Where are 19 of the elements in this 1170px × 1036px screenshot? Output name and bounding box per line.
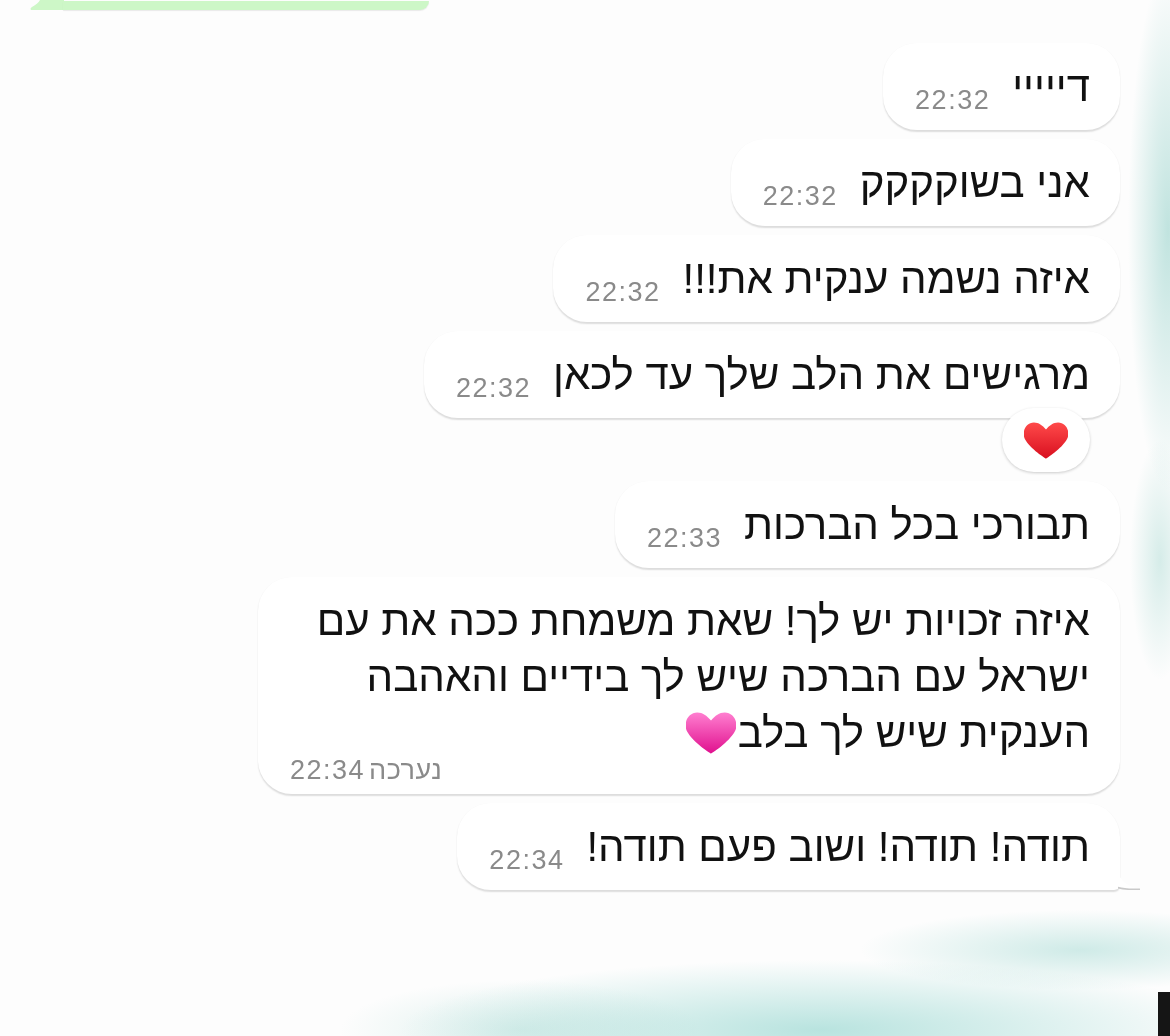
dark-edge-shape bbox=[1158, 992, 1170, 1036]
message-text: אני בשוקקקק bbox=[859, 159, 1090, 206]
heart-icon bbox=[1024, 421, 1068, 459]
message-text: תודה! תודה! ושוב פעם תודה! bbox=[586, 823, 1090, 870]
reaction-badge[interactable] bbox=[1002, 408, 1090, 472]
message-time: 22:34 bbox=[290, 758, 366, 782]
message-time: 22:32 bbox=[762, 181, 838, 211]
message-time: 22:32 bbox=[585, 277, 661, 307]
message-text: תבורכי בכל הברכות bbox=[744, 501, 1090, 548]
message-text: איזה זכויות יש לך! שאת משמחת ככה את עם ישראל עם הברכה שיש לך בידיים והאהבה הענקית שיש לך בלב bbox=[316, 597, 1090, 756]
message-text: איזה נשמה ענקית את!!! bbox=[682, 255, 1090, 302]
edited-label: נערכה bbox=[369, 758, 443, 782]
message-text: מרגישים את הלב שלך עד לכאן bbox=[553, 351, 1090, 398]
message-time: 22:33 bbox=[646, 523, 722, 553]
bubble-tail-icon bbox=[30, 0, 64, 10]
message-text: דייייי bbox=[1012, 63, 1090, 110]
message-time: 22:34 bbox=[489, 845, 565, 875]
message-time: 22:32 bbox=[456, 373, 532, 403]
message-time: 22:32 bbox=[915, 85, 991, 115]
